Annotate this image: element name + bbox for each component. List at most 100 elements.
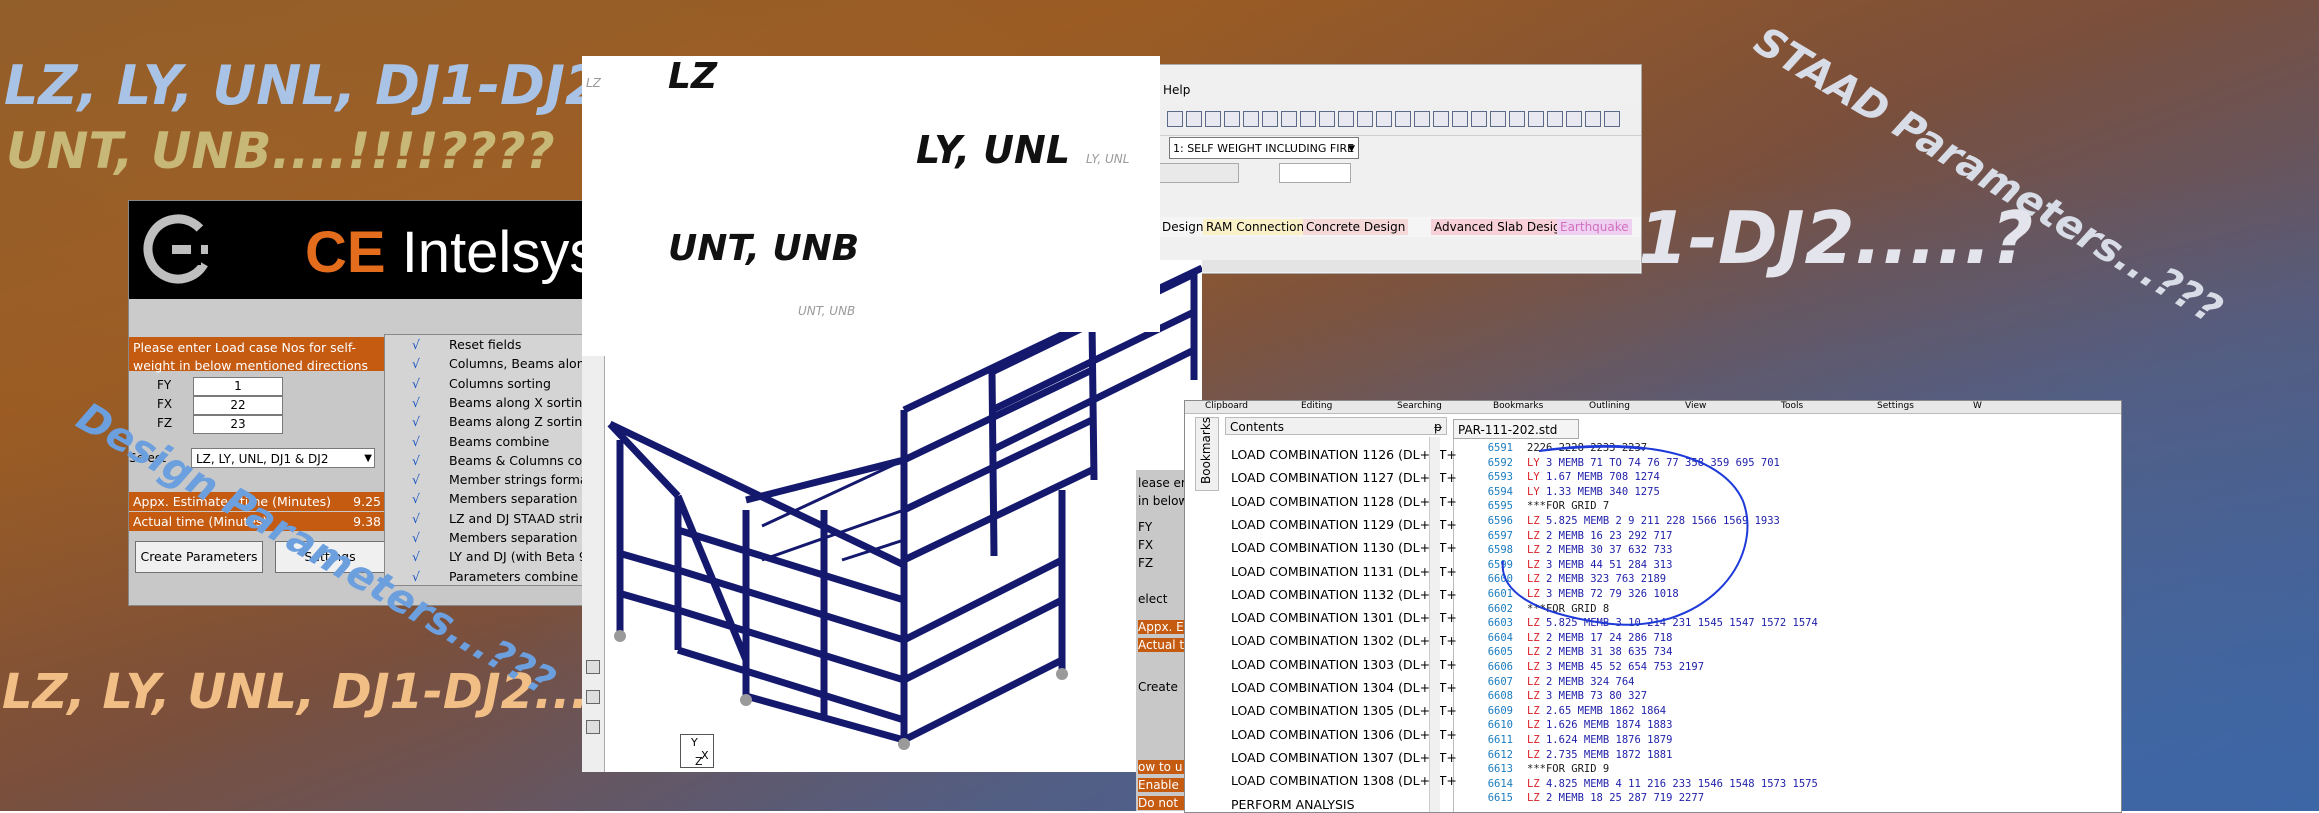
line-number: 6608 — [1487, 690, 1513, 703]
code-text: LZ 2.735 MEMB 1872 1881 — [1527, 748, 1672, 763]
toolbar-icon[interactable] — [1547, 111, 1563, 127]
toolbar-icon[interactable] — [1376, 111, 1392, 127]
toolbar-icon[interactable] — [1395, 111, 1411, 127]
actual-time-value: 9.38 — [353, 514, 381, 529]
toolbar-icon[interactable] — [1528, 111, 1544, 127]
parameter-select[interactable]: LZ, LY, UNL, DJ1 & DJ2 ▼ — [191, 448, 375, 468]
ribbon-tab[interactable]: Outlining — [1589, 401, 1630, 411]
pin-icon[interactable]: ᵽ — [1434, 418, 1442, 436]
toolbar-icon[interactable] — [1224, 111, 1240, 127]
loadcase-select[interactable]: 1: SELF WEIGHT INCLUDING FIRE ▼ — [1169, 137, 1359, 159]
toolbar-icon[interactable] — [1357, 111, 1373, 127]
hand-annotation-circle — [1501, 444, 1749, 626]
toolbar-icon[interactable] — [1433, 111, 1449, 127]
task-name: Beams combine — [449, 433, 550, 449]
load-combination-item[interactable]: LOAD COMBINATION 1304 (DL+CT+ — [1231, 680, 1457, 695]
line-number: 6610 — [1487, 719, 1513, 732]
toolbar-icon[interactable] — [1167, 111, 1183, 127]
create-parameters-button[interactable]: Create Parameters — [135, 541, 263, 573]
ribbon-tab[interactable]: Editing — [1301, 401, 1332, 411]
load-combination-item[interactable]: LOAD COMBINATION 1306 (DL+CT+ — [1231, 727, 1457, 742]
check-icon: √ — [412, 433, 420, 449]
load-combination-item[interactable]: LOAD COMBINATION 1127 (DL+CT+ — [1231, 470, 1457, 485]
load-combination-item[interactable]: LOAD COMBINATION 1126 (DL+CT+ — [1231, 447, 1457, 462]
toolbar-icon[interactable] — [1452, 111, 1468, 127]
load-combination-item[interactable]: LOAD COMBINATION 1132 (DL+CT+ — [1231, 587, 1457, 602]
load-combination-item[interactable]: LOAD COMBINATION 1302 (DL+CT+ — [1231, 633, 1457, 648]
view-tool-icon[interactable] — [586, 720, 600, 734]
ribbon-tab[interactable]: W — [1973, 401, 1982, 411]
viewport-header — [1158, 260, 1640, 272]
toolbar-icon[interactable] — [1338, 111, 1354, 127]
ribbon-tab[interactable]: Tools — [1781, 401, 1803, 411]
toolbar-icon[interactable] — [1205, 111, 1221, 127]
contents-title: Contents — [1230, 420, 1284, 434]
ribbon-tab[interactable]: Bookmarks — [1493, 401, 1543, 411]
load-combination-item[interactable]: PERFORM ANALYSIS — [1231, 797, 1355, 812]
toolbar-icon[interactable] — [1300, 111, 1316, 127]
staad-toolbar-area: Help 1: SELF WEIGHT INCLUDING FIRE ▼ Des… — [1158, 64, 1642, 274]
task-name: Beams along X sorting — [449, 394, 591, 410]
axis-indicator: Y X Z — [680, 734, 714, 768]
toolbar-icon[interactable] — [1414, 111, 1430, 127]
bookmarks-side-tab[interactable]: Bookmarks — [1195, 417, 1219, 491]
load-combination-item[interactable]: LOAD COMBINATION 1129 (DL+CT+ — [1231, 517, 1457, 532]
dropdown-arrow-icon[interactable]: ▼ — [364, 449, 372, 469]
bg-text-unt-unb: UNT, UNB....!!!!???? — [6, 122, 555, 180]
view-tool-icon[interactable] — [586, 690, 600, 704]
line-number: 6605 — [1487, 646, 1513, 659]
load-combination-item[interactable]: LOAD COMBINATION 1307 (DL+CT+ — [1231, 750, 1457, 765]
design-tab[interactable]: Advanced Slab Design — [1431, 219, 1572, 235]
design-tab[interactable]: Concrete Design — [1303, 219, 1409, 235]
axis-z-label: Z — [695, 755, 703, 768]
load-combination-item[interactable]: LOAD COMBINATION 1301 (DL+CT+ — [1231, 610, 1457, 625]
toolbar-icon[interactable] — [1186, 111, 1202, 127]
fy-input[interactable]: 1 — [193, 377, 283, 396]
lz-small: LZ — [586, 76, 601, 90]
load-combination-item[interactable]: LOAD COMBINATION 1303 (DL+CT+ — [1231, 657, 1457, 672]
ribbon-tab[interactable]: Clipboard — [1205, 401, 1248, 411]
load-combination-item[interactable]: LOAD COMBINATION 1130 (DL+CT+ — [1231, 540, 1457, 555]
toolbar-icons — [1159, 105, 1641, 136]
load-combination-item[interactable]: LOAD COMBINATION 1131 (DL+CT+ — [1231, 564, 1457, 579]
ce-logo-icon — [143, 214, 213, 284]
design-tab[interactable]: RAM Connection — [1203, 219, 1308, 235]
contents-scrollbar[interactable] — [1429, 437, 1440, 812]
help-menu[interactable]: Help — [1163, 83, 1190, 97]
fx-input[interactable]: 22 — [193, 396, 283, 415]
code-text: LZ 1.624 MEMB 1876 1879 — [1527, 733, 1672, 748]
design-tab[interactable]: Design — [1159, 219, 1207, 235]
toolbar-icon[interactable] — [1509, 111, 1525, 127]
code-keyword: LZ — [1527, 690, 1540, 703]
staad-3d-viewport[interactable]: Y X Z — [582, 260, 1202, 772]
view-tool-icon[interactable] — [586, 660, 600, 674]
file-tab[interactable]: PAR-111-202.std — [1453, 419, 1579, 439]
toolbar-icon[interactable] — [1319, 111, 1335, 127]
fz-input[interactable]: 23 — [193, 415, 283, 434]
load-combination-item[interactable]: LOAD COMBINATION 1128 (DL+CT+ — [1231, 494, 1457, 509]
toolbar-icon[interactable] — [1585, 111, 1601, 127]
task-name: Beams along Z sorting — [449, 414, 591, 430]
toolbar-icon[interactable] — [1604, 111, 1620, 127]
unt-unb-small: UNT, UNB — [798, 304, 856, 318]
ribbon-tab[interactable]: View — [1685, 401, 1706, 411]
toolbar-icon[interactable] — [1281, 111, 1297, 127]
load-combination-item[interactable]: LOAD COMBINATION 1308 (DL+CT+ — [1231, 773, 1457, 788]
check-icon: √ — [412, 491, 420, 507]
toolbar-icon[interactable] — [1243, 111, 1259, 127]
toolbar-icon[interactable] — [1566, 111, 1582, 127]
ribbon-tab[interactable]: Searching — [1397, 401, 1442, 411]
check-icon: √ — [412, 452, 420, 468]
bg-text-dj2: 1-DJ2.....? — [1638, 196, 2034, 280]
value-input[interactable] — [1279, 163, 1351, 183]
load-combination-item[interactable]: LOAD COMBINATION 1305 (DL+CT+ — [1231, 703, 1457, 718]
code-text: LZ 3 MEMB 45 52 654 753 2197 — [1527, 660, 1704, 675]
fy-label: FY — [157, 378, 172, 392]
design-tab[interactable]: Earthquake — [1557, 219, 1632, 235]
toolbar-icon[interactable] — [1262, 111, 1278, 127]
ribbon-tab[interactable]: Settings — [1877, 401, 1914, 411]
property-input[interactable] — [1159, 163, 1239, 183]
toolbar-icon[interactable] — [1490, 111, 1506, 127]
toolbar-icon[interactable] — [1471, 111, 1487, 127]
dropdown-arrow-icon[interactable]: ▼ — [1348, 138, 1355, 160]
